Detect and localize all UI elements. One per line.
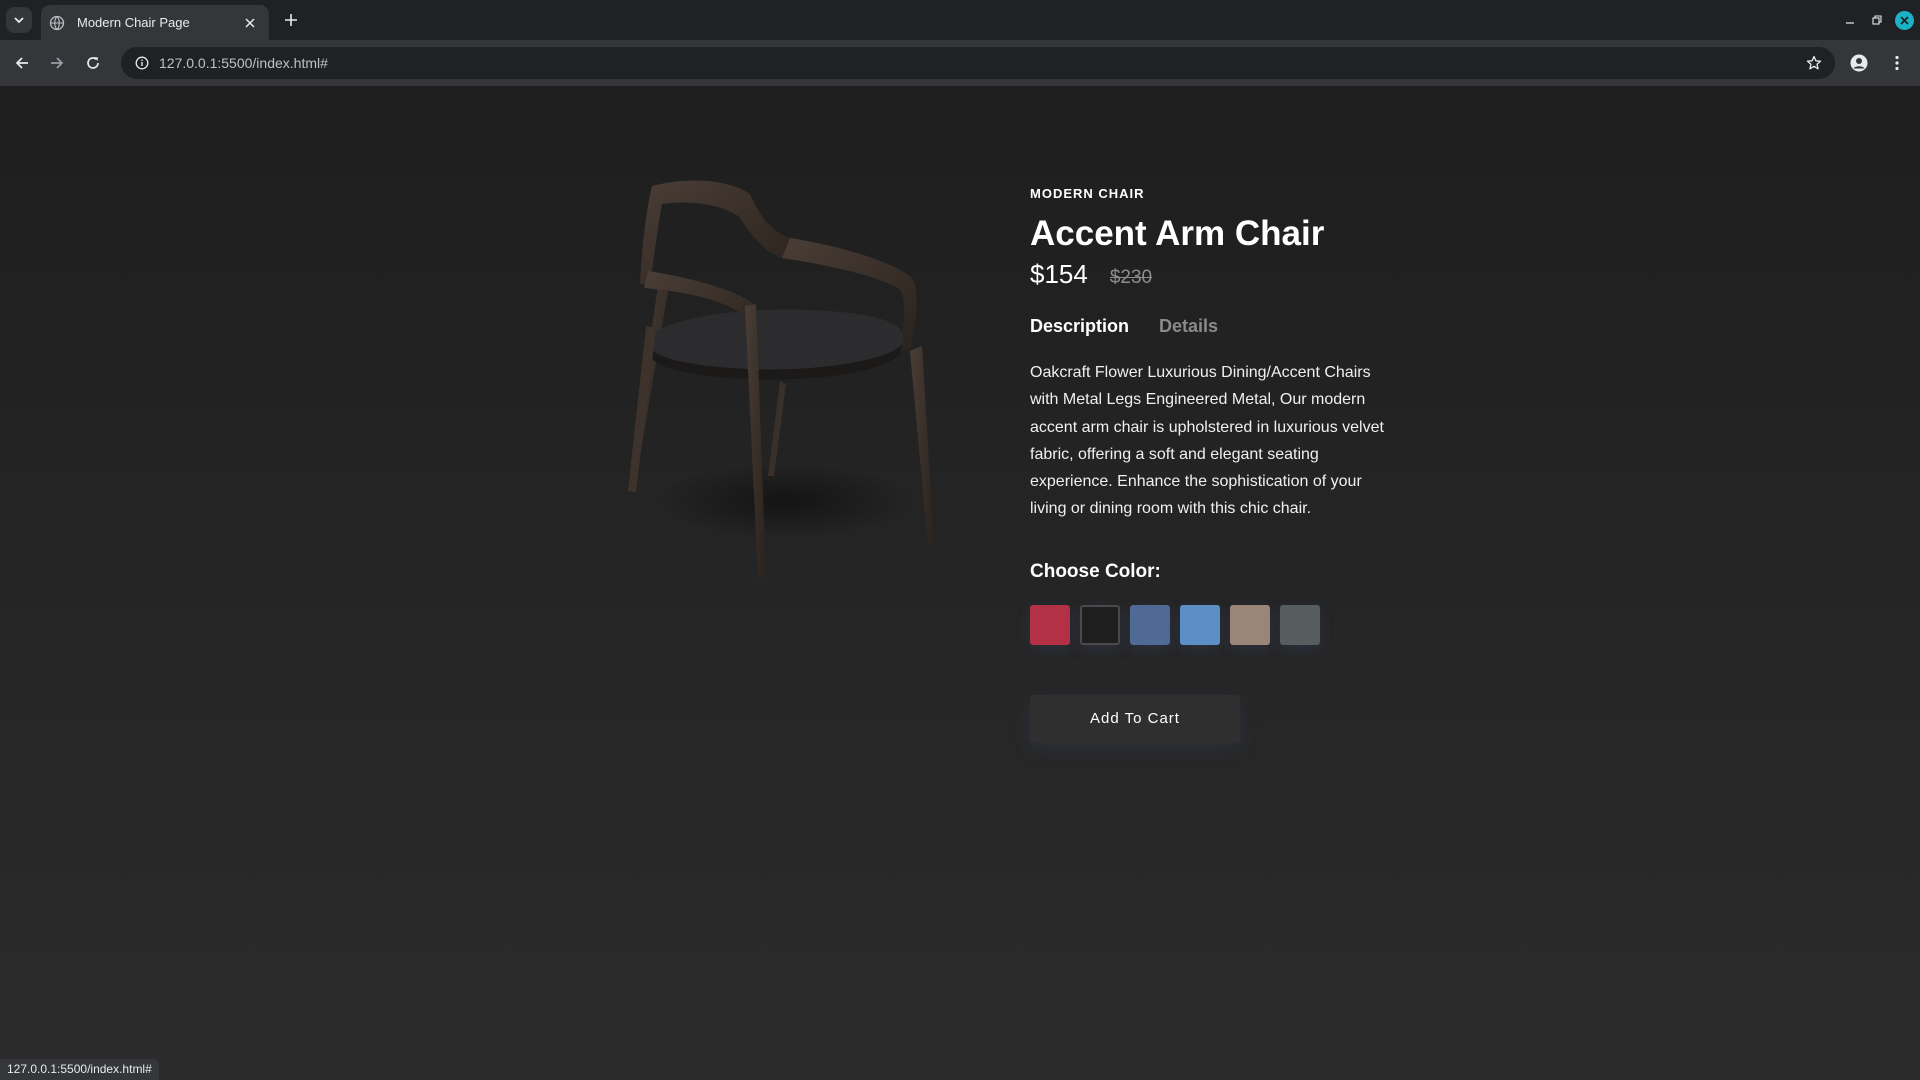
window-close-icon[interactable]: [1895, 10, 1914, 30]
plus-icon[interactable]: [280, 9, 302, 31]
browser-tab[interactable]: Modern Chair Page: [41, 5, 269, 40]
price-row: $154 $230: [1030, 259, 1390, 290]
address-bar[interactable]: 127.0.0.1:5500/index.html#: [121, 47, 1835, 79]
close-icon[interactable]: [241, 14, 259, 32]
product-image: [610, 176, 950, 586]
window-controls: [1836, 0, 1920, 40]
product-info: MODERN CHAIR Accent Arm Chair $154 $230 …: [1030, 186, 1390, 743]
color-swatch-red[interactable]: [1030, 604, 1070, 645]
product-title: Accent Arm Chair: [1030, 214, 1325, 253]
color-swatch-gray[interactable]: [1280, 604, 1320, 645]
info-icon[interactable]: [127, 56, 157, 70]
color-swatch-blue[interactable]: [1180, 604, 1220, 645]
product-tabs: Description Details: [1030, 316, 1390, 337]
color-swatch-black[interactable]: [1080, 604, 1120, 645]
status-bubble: 127.0.0.1:5500/index.html#: [0, 1059, 159, 1080]
url-text: 127.0.0.1:5500/index.html#: [159, 55, 328, 71]
globe-icon: [49, 15, 65, 31]
current-price: $154: [1030, 259, 1088, 289]
person-icon[interactable]: [1845, 49, 1873, 77]
star-icon[interactable]: [1799, 55, 1829, 71]
tab-description[interactable]: Description: [1030, 316, 1129, 337]
add-to-cart-button[interactable]: Add To Cart: [1030, 694, 1240, 743]
page-content: MODERN CHAIR Accent Arm Chair $154 $230 …: [0, 86, 1920, 1080]
kebab-menu-icon[interactable]: [1883, 49, 1911, 77]
color-label: Choose Color:: [1030, 560, 1161, 582]
arrow-left-icon[interactable]: [8, 49, 36, 77]
minimize-icon[interactable]: [1836, 0, 1863, 40]
chevron-down-icon: [14, 17, 24, 24]
color-swatch-denim[interactable]: [1130, 604, 1170, 645]
arrow-right-icon[interactable]: [43, 49, 71, 77]
color-swatches: [1030, 604, 1390, 645]
restore-icon[interactable]: [1863, 0, 1890, 40]
tab-details[interactable]: Details: [1159, 316, 1218, 337]
reload-icon[interactable]: [79, 49, 107, 77]
old-price: $230: [1109, 267, 1153, 288]
product-category: MODERN CHAIR: [1030, 186, 1145, 201]
tab-title: Modern Chair Page: [77, 15, 190, 30]
color-swatch-taupe[interactable]: [1230, 604, 1270, 645]
tab-search-button[interactable]: [6, 7, 32, 33]
tab-strip: Modern Chair Page: [0, 0, 1920, 40]
product-description: Oakcraft Flower Luxurious Dining/Accent …: [1030, 364, 1384, 518]
browser-toolbar: 127.0.0.1:5500/index.html#: [0, 40, 1920, 86]
